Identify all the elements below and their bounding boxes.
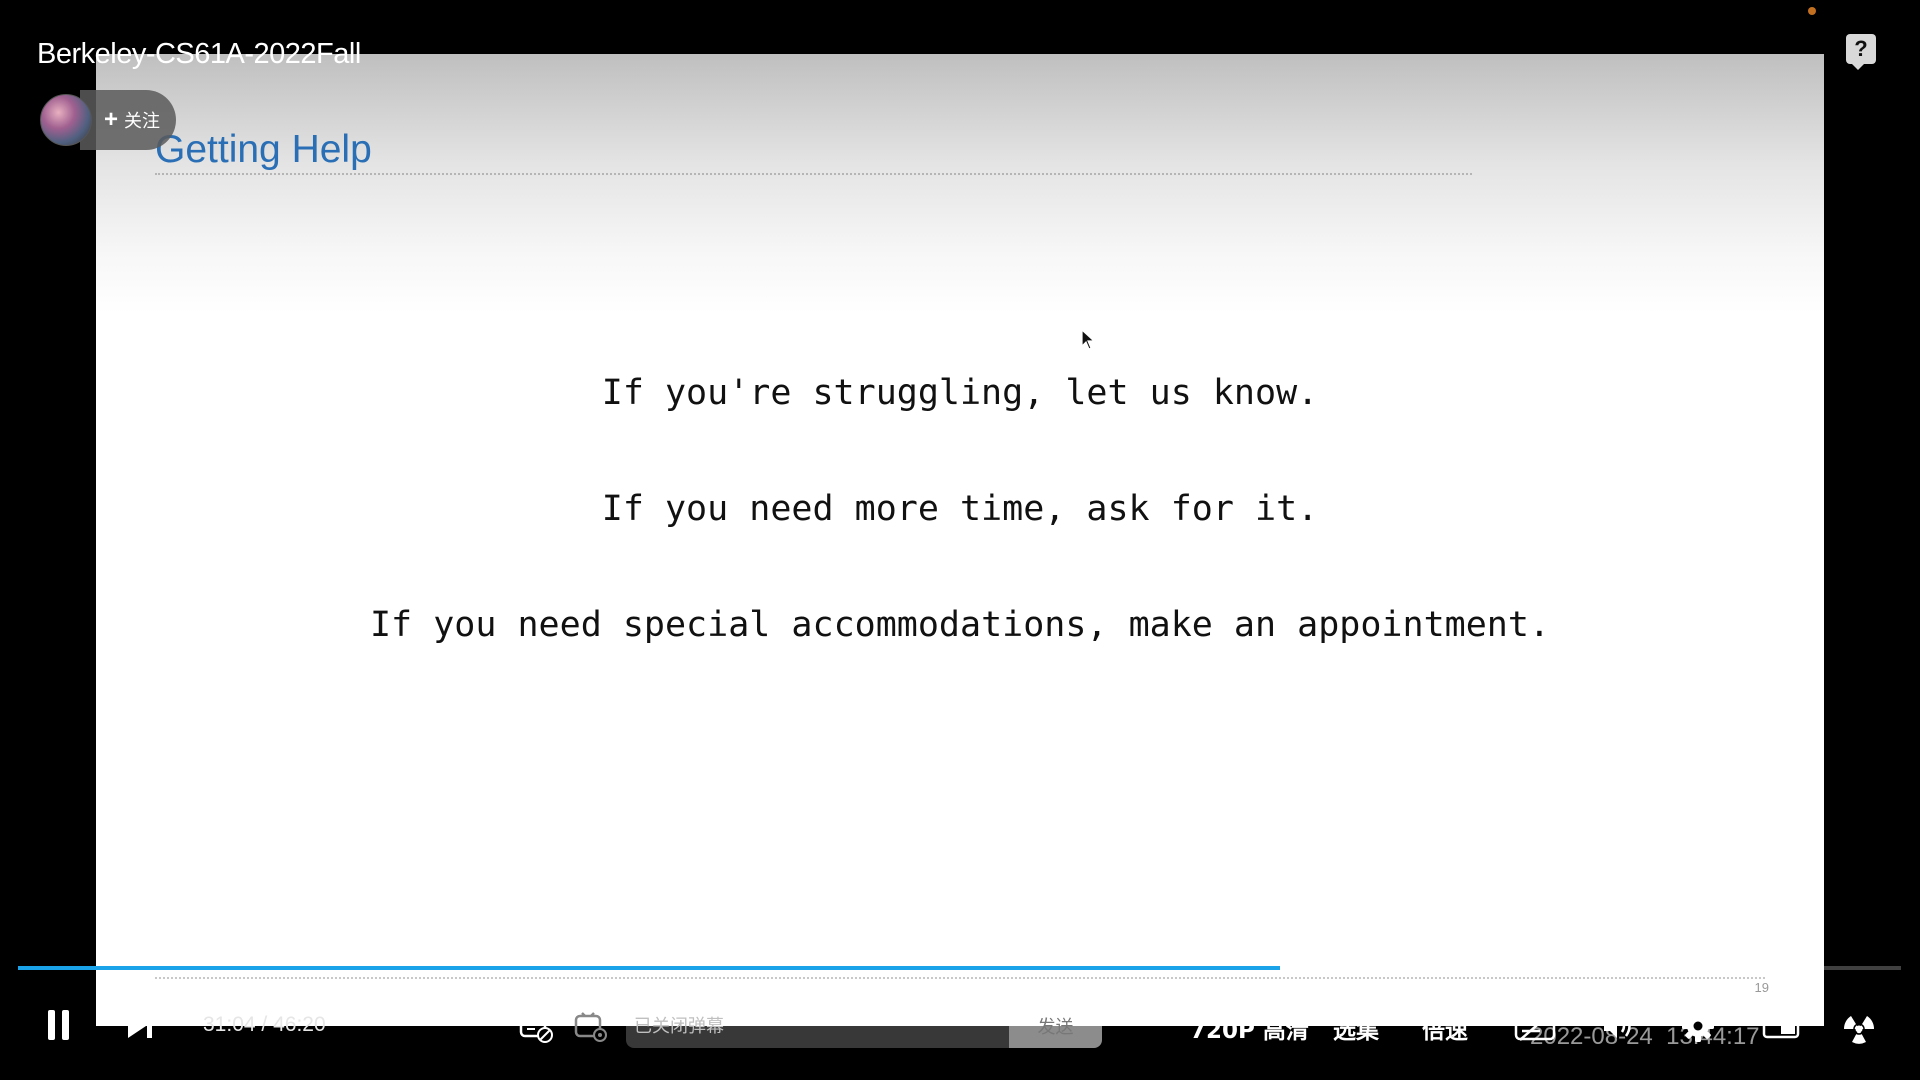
help-icon[interactable]: ?	[1846, 34, 1876, 70]
recording-dot-icon	[1808, 7, 1816, 15]
time-separator: /	[261, 1013, 268, 1036]
video-title: Berkeley-CS61A-2022Fall	[37, 38, 361, 70]
pause-icon[interactable]	[45, 1010, 73, 1042]
current-time: 31:04	[203, 1013, 256, 1036]
danmaku-toggle-icon[interactable]	[518, 1010, 554, 1044]
slide-line: If you're struggling, let us know.	[601, 373, 1319, 413]
avatar[interactable]	[40, 94, 92, 146]
danmaku-bar: 发送	[626, 1004, 1102, 1048]
plus-icon: +	[104, 106, 119, 133]
fullscreen-icon[interactable]	[1840, 1008, 1878, 1046]
progress-bar[interactable]	[18, 966, 1901, 970]
follow-button[interactable]: + 关注	[80, 90, 177, 150]
speed-button[interactable]: 倍速	[1422, 1011, 1468, 1045]
send-button[interactable]: 发送	[1009, 1004, 1102, 1048]
uploader-bar: + 关注	[40, 90, 177, 150]
footer-divider	[155, 977, 1765, 979]
duration: 46:20	[273, 1013, 326, 1036]
slide-page-number: 19	[1754, 980, 1769, 995]
danmaku-settings-icon[interactable]	[573, 1010, 609, 1044]
slide-line: If you need more time, ask for it.	[601, 489, 1319, 529]
video-player[interactable]: Getting Help If you're struggling, let u…	[0, 0, 1920, 1080]
slide-title: Getting Help	[155, 128, 372, 171]
title-divider	[155, 173, 1472, 175]
quality-button[interactable]: 720P 高清	[1190, 1011, 1309, 1045]
episodes-button[interactable]: 选集	[1333, 1011, 1379, 1045]
slide-body: If you're struggling, let us know. If yo…	[96, 372, 1824, 720]
follow-label: 关注	[124, 111, 161, 131]
timestamp-overlay: 2022-08-24 13:44:17	[1530, 1023, 1760, 1050]
slide-line: If you need special accommodations, make…	[369, 605, 1551, 645]
time-display: 31:04 / 46:20	[203, 1013, 326, 1037]
progress-fill	[18, 966, 1280, 970]
lecture-slide: Getting Help If you're struggling, let u…	[96, 54, 1824, 1026]
danmaku-input[interactable]	[626, 1004, 1009, 1048]
next-icon[interactable]	[126, 1010, 158, 1042]
picture-in-picture-icon[interactable]	[1762, 1010, 1800, 1042]
